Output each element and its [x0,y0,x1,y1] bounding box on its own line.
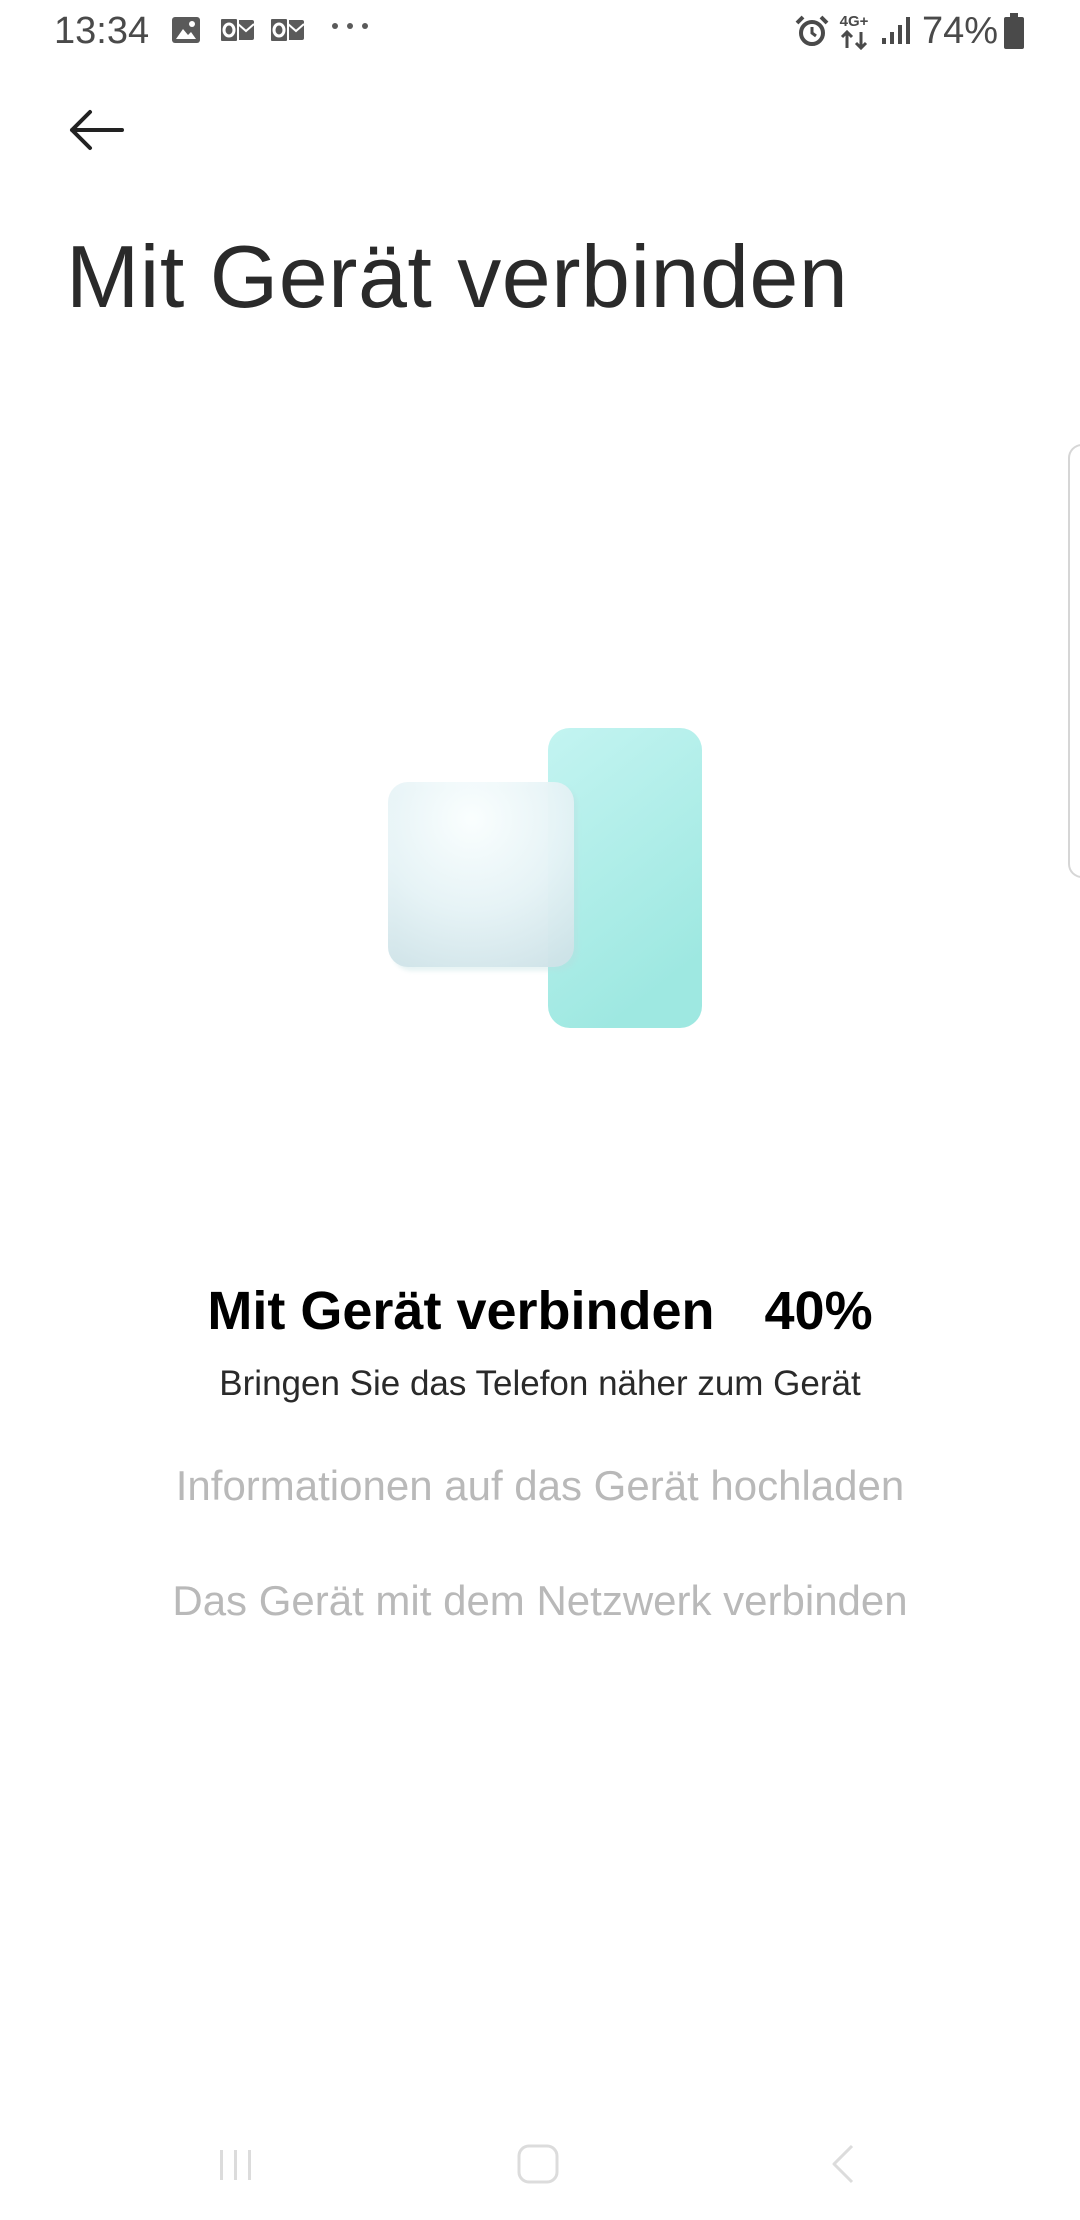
home-icon [517,2144,559,2184]
progress-percent: 40% [764,1281,873,1341]
device-shape [388,782,574,967]
progress-label: Mit Gerät verbinden [207,1281,715,1341]
step-upload-info: Informationen auf das Gerät hochladen [175,1462,905,1509]
step-connect-network: Das Gerät mit dem Netzwerk verbinden [172,1577,908,1624]
back-button[interactable] [56,90,136,170]
recent-apps-button[interactable] [196,2132,276,2196]
navigation-bar [0,2110,1080,2220]
phone-device-connect-illustration [380,720,710,1040]
battery-icon [1003,12,1025,49]
nav-back-button[interactable] [802,2132,882,2196]
battery-percent: 74% [922,10,999,52]
alarm-icon [794,14,830,48]
status-bar: 13:34 4G+ 74% [0,0,1080,64]
progress-status: Mit Gerät verbinden 40% [0,1280,1080,1342]
arrow-left-icon [70,110,124,150]
status-time: 13:34 [54,10,150,52]
4g-label: 4G+ [840,13,869,30]
page-title: Mit Gerät verbinden [66,227,849,326]
progress-hint: Bringen Sie das Telefon näher zum Gerät [219,1364,861,1403]
image-icon [170,14,202,48]
screen: 13:34 4G+ 74% Mit Gerät verbinden Mit Ge… [0,0,1080,2220]
more-icon [330,16,370,50]
back-icon [832,2144,854,2184]
outlook-icon [218,14,256,48]
4g-data-icon: 4G+ [836,12,872,51]
home-button[interactable] [498,2132,578,2196]
edge-panel-handle[interactable] [1068,444,1080,878]
signal-icon [880,14,912,48]
outlook-icon [268,14,306,48]
recent-apps-icon [220,2150,251,2180]
